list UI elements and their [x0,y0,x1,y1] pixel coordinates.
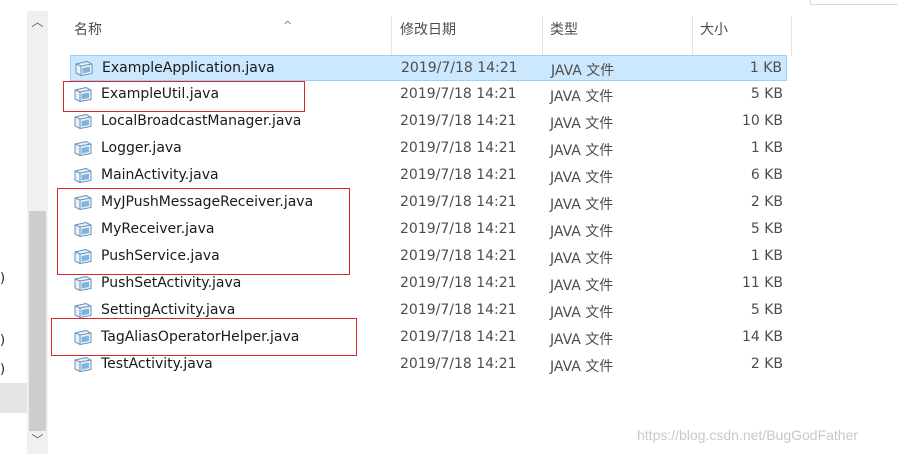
file-modified-date: 2019/7/18 14:21 [400,302,517,318]
column-header: ^ 名称 修改日期 类型 大小 [62,12,792,57]
file-type: JAVA 文件 [550,251,614,267]
file-modified-date: 2019/7/18 14:21 [400,140,517,156]
file-modified-date: 2019/7/18 14:21 [401,60,518,76]
file-type: JAVA 文件 [550,305,614,321]
file-name[interactable]: Logger.java [101,140,182,156]
watermark: https://blog.csdn.net/BugGodFather [637,427,859,443]
column-name-header[interactable]: 名称 [74,12,102,45]
file-type: JAVA 文件 [550,224,614,240]
column-size-header[interactable]: 大小 [700,12,728,45]
file-size: 2 KB [750,356,783,372]
file-type: JAVA 文件 [550,116,614,132]
file-size: 10 KB [741,113,783,129]
column-divider[interactable] [542,16,543,57]
scrollbar-thumb[interactable] [29,211,46,431]
file-size: 6 KB [750,167,783,183]
file-name[interactable]: MainActivity.java [101,167,219,183]
file-size: 5 KB [750,302,783,318]
file-modified-date: 2019/7/18 14:21 [400,248,517,264]
file-row[interactable]: MainActivity.java 2019/7/18 14:21 JAVA 文件 6… [70,163,787,189]
file-modified-date: 2019/7/18 14:21 [400,86,517,102]
java-file-icon [75,60,93,77]
scroll-down-icon[interactable]: ﹀ [27,431,48,448]
file-name[interactable]: LocalBroadcastManager.java [101,113,301,129]
file-size: 5 KB [750,86,783,102]
file-type: JAVA 文件 [550,89,614,105]
column-date-header[interactable]: 修改日期 [400,12,456,45]
java-file-icon [74,275,92,292]
file-size: 5 KB [750,221,783,237]
file-modified-date: 2019/7/18 14:21 [400,356,517,372]
file-modified-date: 2019/7/18 14:21 [400,275,517,291]
column-divider[interactable] [791,16,792,57]
file-size: 1 KB [750,140,783,156]
java-file-icon [74,167,92,184]
nav-item-fragment[interactable]: ) [0,271,5,286]
annotation-box [51,318,357,356]
file-modified-date: 2019/7/18 14:21 [400,329,517,345]
java-file-icon [74,140,92,157]
nav-item-fragment[interactable]: ) [0,333,5,348]
file-type: JAVA 文件 [550,332,614,348]
file-row[interactable]: ExampleApplication.java 2019/7/18 14:21 JA… [70,55,787,81]
file-modified-date: 2019/7/18 14:21 [400,113,517,129]
file-type: JAVA 文件 [550,197,614,213]
java-file-icon [74,356,92,373]
file-type: JAVA 文件 [550,143,614,159]
file-type: JAVA 文件 [550,170,614,186]
file-size: 11 KB [741,275,783,291]
scroll-up-icon[interactable]: ︿ [27,13,48,30]
java-file-icon [74,302,92,319]
file-row[interactable]: Logger.java 2019/7/18 14:21 JAVA 文件 1 KB [70,136,787,162]
file-name[interactable]: TestActivity.java [101,356,213,372]
file-size: 14 KB [741,329,783,345]
column-type-header[interactable]: 类型 [550,12,578,45]
annotation-box [63,81,305,112]
column-divider[interactable] [692,16,693,57]
file-type: JAVA 文件 [551,63,615,79]
file-name[interactable]: ExampleApplication.java [102,60,275,76]
file-row[interactable]: LocalBroadcastManager.java 2019/7/18 14:2… [70,109,787,135]
nav-item-fragment[interactable]: ) [0,362,5,377]
file-name[interactable]: SettingActivity.java [101,302,235,318]
file-size: 1 KB [750,248,783,264]
file-size: 2 KB [750,194,783,210]
file-modified-date: 2019/7/18 14:21 [400,221,517,237]
java-file-icon [74,113,92,130]
file-type: JAVA 文件 [550,359,614,375]
file-type: JAVA 文件 [550,278,614,294]
file-modified-date: 2019/7/18 14:21 [400,194,517,210]
column-divider[interactable] [391,16,392,57]
sort-ascending-icon: ^ [283,19,293,32]
file-size: 1 KB [749,60,782,76]
annotation-box [57,188,350,275]
search-box-edge[interactable] [810,0,898,5]
nav-scrollbar[interactable]: ︿ ﹀ [27,11,48,454]
navigation-pane: ) ) ) ︿ ﹀ [0,0,48,454]
file-modified-date: 2019/7/18 14:21 [400,167,517,183]
file-name[interactable]: PushSetActivity.java [101,275,241,291]
nav-selected-item[interactable] [0,383,27,413]
